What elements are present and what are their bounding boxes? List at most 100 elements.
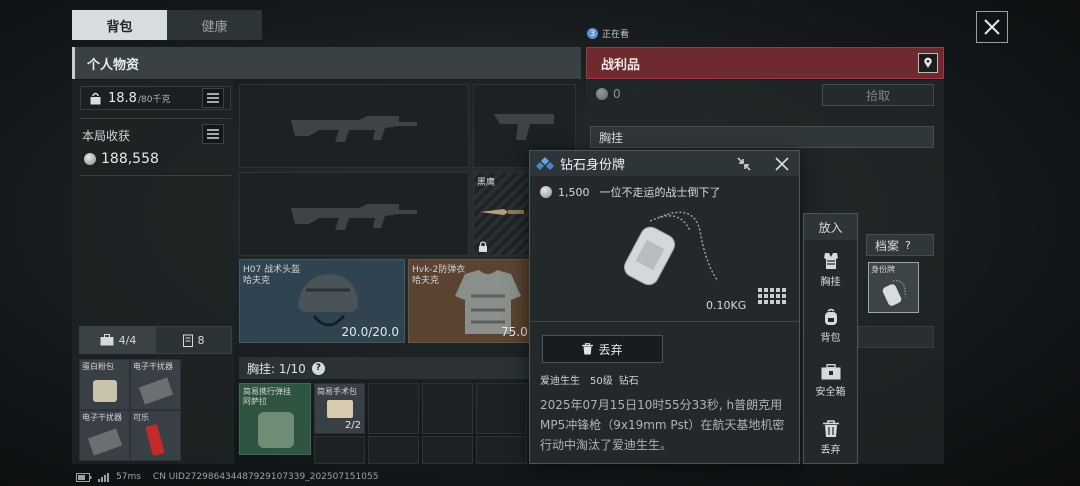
ping-value: 57ms [116,472,141,482]
container-item[interactable]: 电子干扰器 [130,359,181,410]
loot-location-button[interactable] [918,53,938,73]
put-into-discard[interactable]: 丢弃 [804,420,857,464]
cola-can-icon [145,423,165,457]
secondary-weapon-slot[interactable] [239,172,469,256]
list-icon [207,93,219,103]
pouch-icon [182,334,193,347]
help-icon[interactable]: ? [311,361,325,375]
trash-icon [582,343,594,355]
tab-health[interactable]: 健康 [167,10,262,40]
popup-price-row: 1,500 一位不走运的战士倒下了 [540,184,721,200]
popup-close-button[interactable] [771,154,793,174]
popup-title: 钻石身份牌 [560,158,626,173]
popup-price: 1,500 [558,185,590,199]
personal-supplies-header: 个人物资 [72,47,581,79]
owner-name: 爱迪生生 [540,376,580,387]
close-icon [775,157,789,171]
divider [80,175,231,176]
lock-icon [479,241,487,252]
container-item[interactable]: 蛋白粉包 [79,359,130,410]
battery-icon [76,472,92,482]
coin-icon [540,186,552,198]
chest-rig-item-count: 2/2 [344,420,361,431]
list-icon [207,129,219,139]
archive-header: 档案 ? [866,234,934,256]
helmet-slot[interactable]: H07 战术头盔 哈夫克 20.0/20.0 [239,259,405,343]
status-bar: 57ms CN UID272986434487929107339_2025071… [76,472,378,482]
earnings-list-button[interactable] [202,124,224,144]
safe-case-tab[interactable]: 4/4 [80,327,156,353]
loot-chest-rig-label: 胸挂 [599,130,624,145]
put-into-backpack[interactable]: 背包 [804,308,857,352]
weight-icon [90,92,101,104]
put-into-menu: 放入 胸挂 背包 安全箱 丢弃 [803,213,858,464]
primary-weapon-slot[interactable] [239,84,469,168]
rifle-icon [291,116,417,142]
put-into-header: 放入 [804,214,857,240]
weight-max: /80千克 [137,94,171,105]
loot-chest-rig-row[interactable]: 胸挂 [590,126,934,148]
dogtag-image [623,211,719,286]
container-item-label: 电子干扰器 [82,413,122,422]
close-button[interactable] [976,11,1008,43]
close-icon [984,19,1000,35]
container-item-label: 电子干扰器 [133,362,173,371]
coin-icon [84,153,96,165]
collapse-button[interactable] [733,154,755,174]
help-icon[interactable]: ? [905,239,911,252]
loot-header: 战利品 [586,47,944,79]
put-into-discard-label: 丢弃 [820,445,841,456]
put-into-backpack-label: 背包 [820,333,841,344]
personal-supplies-title: 个人物资 [87,57,140,73]
loot-dogtag-item[interactable]: 身份牌 [868,262,919,313]
vest-icon [823,253,838,269]
empty-slot[interactable] [368,383,419,434]
surgery-kit-icon [327,400,353,418]
container-tabs: 4/4 8 [79,326,232,354]
owner-rank: 钻石 [618,376,639,387]
chest-rig-item[interactable]: 简易携行弹挂 阿萨拉 [239,383,311,455]
loot-value: 0 [613,87,621,101]
container-item[interactable]: 电子干扰器 [79,410,130,461]
armor-brand: 哈夫克 [412,276,440,286]
owner-row: 爱迪生生 50级 钻石 [540,372,639,387]
empty-slot[interactable] [476,436,527,464]
empty-slot[interactable] [422,383,473,434]
empty-slot[interactable] [314,436,365,464]
discard-label: 丢弃 [598,342,623,357]
watching-indicator: 3 正在看 [587,27,629,40]
put-into-chest-rig[interactable]: 胸挂 [804,252,857,296]
pouch-tab[interactable]: 8 [156,327,231,353]
loot-title: 战利品 [601,57,641,73]
rig-icon [258,412,294,448]
powder-pack-icon [93,380,117,402]
empty-slot[interactable] [476,383,527,434]
chest-rig-header: 胸挂: 1/10 ? [239,357,529,379]
archive-label: 档案 [875,238,900,253]
melee-name: 黑鹰 [477,178,496,188]
discard-button[interactable]: 丢弃 [542,335,663,363]
armor-durability: 75.0 [501,325,528,339]
earnings-label: 本局收获 [82,129,131,143]
melee-slot[interactable]: 黑鹰 [473,172,530,256]
divider [80,118,231,119]
put-into-safebox[interactable]: 安全箱 [804,364,857,408]
diamond-rank-icon [536,156,554,170]
jammer-icon [138,377,174,405]
popup-divider [530,321,799,322]
pistol-icon [493,114,554,140]
pickup-button[interactable]: 拾取 [822,84,934,106]
kill-record-text: 2025年07月15日10时55分33秒, h普朗克用MP5冲锋枪（9x19mm… [540,398,785,452]
armor-slot[interactable]: Hvk-2防弹衣 哈夫克 75.0 [408,259,532,343]
watching-label: 正在看 [602,30,630,40]
container-item[interactable]: 可乐 [130,410,181,461]
watching-count-badge: 3 [587,28,598,39]
tab-backpack[interactable]: 背包 [72,10,167,40]
grid-size-icon [758,288,786,304]
empty-slot[interactable] [422,436,473,464]
empty-slot[interactable] [368,436,419,464]
weight-list-button[interactable] [202,88,224,108]
chest-rig-item[interactable]: 简易手术包 2/2 [314,383,365,434]
popup-header: 钻石身份牌 [530,151,799,176]
put-into-safebox-label: 安全箱 [815,387,846,398]
